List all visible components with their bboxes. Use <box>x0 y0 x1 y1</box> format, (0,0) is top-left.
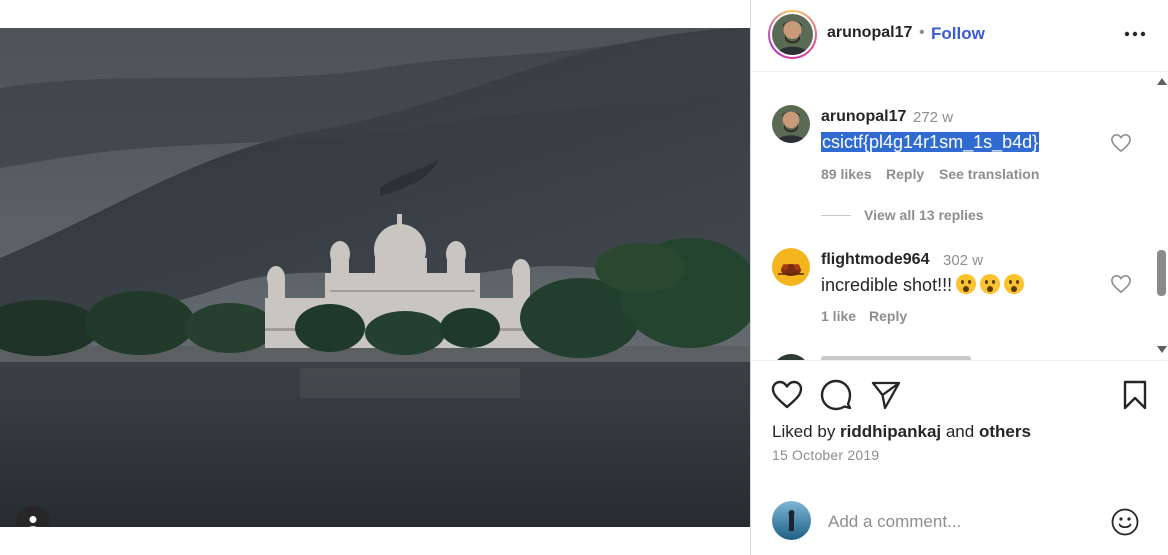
comment-text-body: incredible shot!!! <box>821 275 953 295</box>
comment-timestamp: 302 w <box>943 252 984 269</box>
more-horizontal-icon[interactable] <box>1122 24 1148 44</box>
liked-by-others-link[interactable]: others <box>979 422 1031 441</box>
photo-image <box>0 28 750 527</box>
author-username[interactable]: arunopal17 <box>827 24 912 42</box>
astonished-emoji-icon <box>980 274 1001 294</box>
avatar-image <box>772 501 811 540</box>
author-avatar[interactable] <box>768 10 817 59</box>
comment-like-heart-icon[interactable] <box>1110 133 1132 153</box>
instagram-post-viewer: arunopal17 • Follow arunopal17 272 w csi… <box>0 0 1168 555</box>
scroll-up-arrow[interactable] <box>1157 78 1167 85</box>
separator-dot: • <box>919 24 925 41</box>
comment-likes-count[interactable]: 89 likes <box>821 166 872 182</box>
scroll-down-arrow[interactable] <box>1157 346 1167 353</box>
cut-off-comment <box>821 356 971 360</box>
liked-by-middle: and <box>941 422 979 441</box>
post-date[interactable]: 15 October 2019 <box>772 447 879 463</box>
comment-avatar[interactable] <box>772 248 810 286</box>
liked-by-line: Liked by riddhipankaj and others <box>772 422 1031 442</box>
avatar-image <box>772 354 810 360</box>
heart-icon[interactable] <box>770 378 804 412</box>
comment-icon[interactable] <box>819 378 853 412</box>
comment-reply-button[interactable]: Reply <box>869 308 907 324</box>
send-icon[interactable] <box>869 378 903 412</box>
comment-text: csictf{pl4g14r1sm_1s_b4d} <box>821 132 1040 153</box>
comment-username[interactable]: arunopal17 <box>821 108 906 126</box>
smiley-icon[interactable] <box>1110 507 1140 537</box>
person-icon <box>29 516 37 527</box>
comment-likes-count[interactable]: 1 like <box>821 308 856 324</box>
liked-by-prefix: Liked by <box>772 422 841 441</box>
avatar-image <box>772 105 810 143</box>
follow-button[interactable]: Follow <box>931 24 985 44</box>
selected-text: csictf{pl4g14r1sm_1s_b4d} <box>821 132 1040 152</box>
liked-by-user[interactable]: riddhipankaj <box>840 422 941 441</box>
add-comment-input[interactable] <box>828 509 1098 535</box>
post-photo[interactable] <box>0 28 750 527</box>
comment-username[interactable]: flightmode964 <box>821 251 929 269</box>
comment-reply-button[interactable]: Reply <box>886 166 924 182</box>
comment-avatar[interactable] <box>772 354 810 360</box>
avatar-image <box>772 248 810 286</box>
comment-like-heart-icon[interactable] <box>1110 274 1132 294</box>
post-sidebar: arunopal17 • Follow arunopal17 272 w csi… <box>750 0 1168 555</box>
scrollbar-thumb[interactable] <box>1157 250 1166 296</box>
see-translation-link[interactable]: See translation <box>939 166 1039 182</box>
comment-avatar[interactable] <box>772 105 810 143</box>
bookmark-icon[interactable] <box>1118 378 1152 412</box>
comment-text: incredible shot!!! <box>821 274 1025 296</box>
comment-timestamp: 272 w <box>913 109 954 126</box>
post-header: arunopal17 • Follow <box>751 0 1168 72</box>
astonished-emoji-icon <box>956 274 977 294</box>
view-replies-link[interactable]: View all 13 replies <box>864 207 984 223</box>
replies-divider <box>821 215 851 216</box>
avatar-image <box>772 14 813 55</box>
astonished-emoji-icon <box>1004 274 1025 294</box>
current-user-avatar[interactable] <box>772 501 811 540</box>
comments-list[interactable]: arunopal17 272 w csictf{pl4g14r1sm_1s_b4… <box>751 72 1168 361</box>
